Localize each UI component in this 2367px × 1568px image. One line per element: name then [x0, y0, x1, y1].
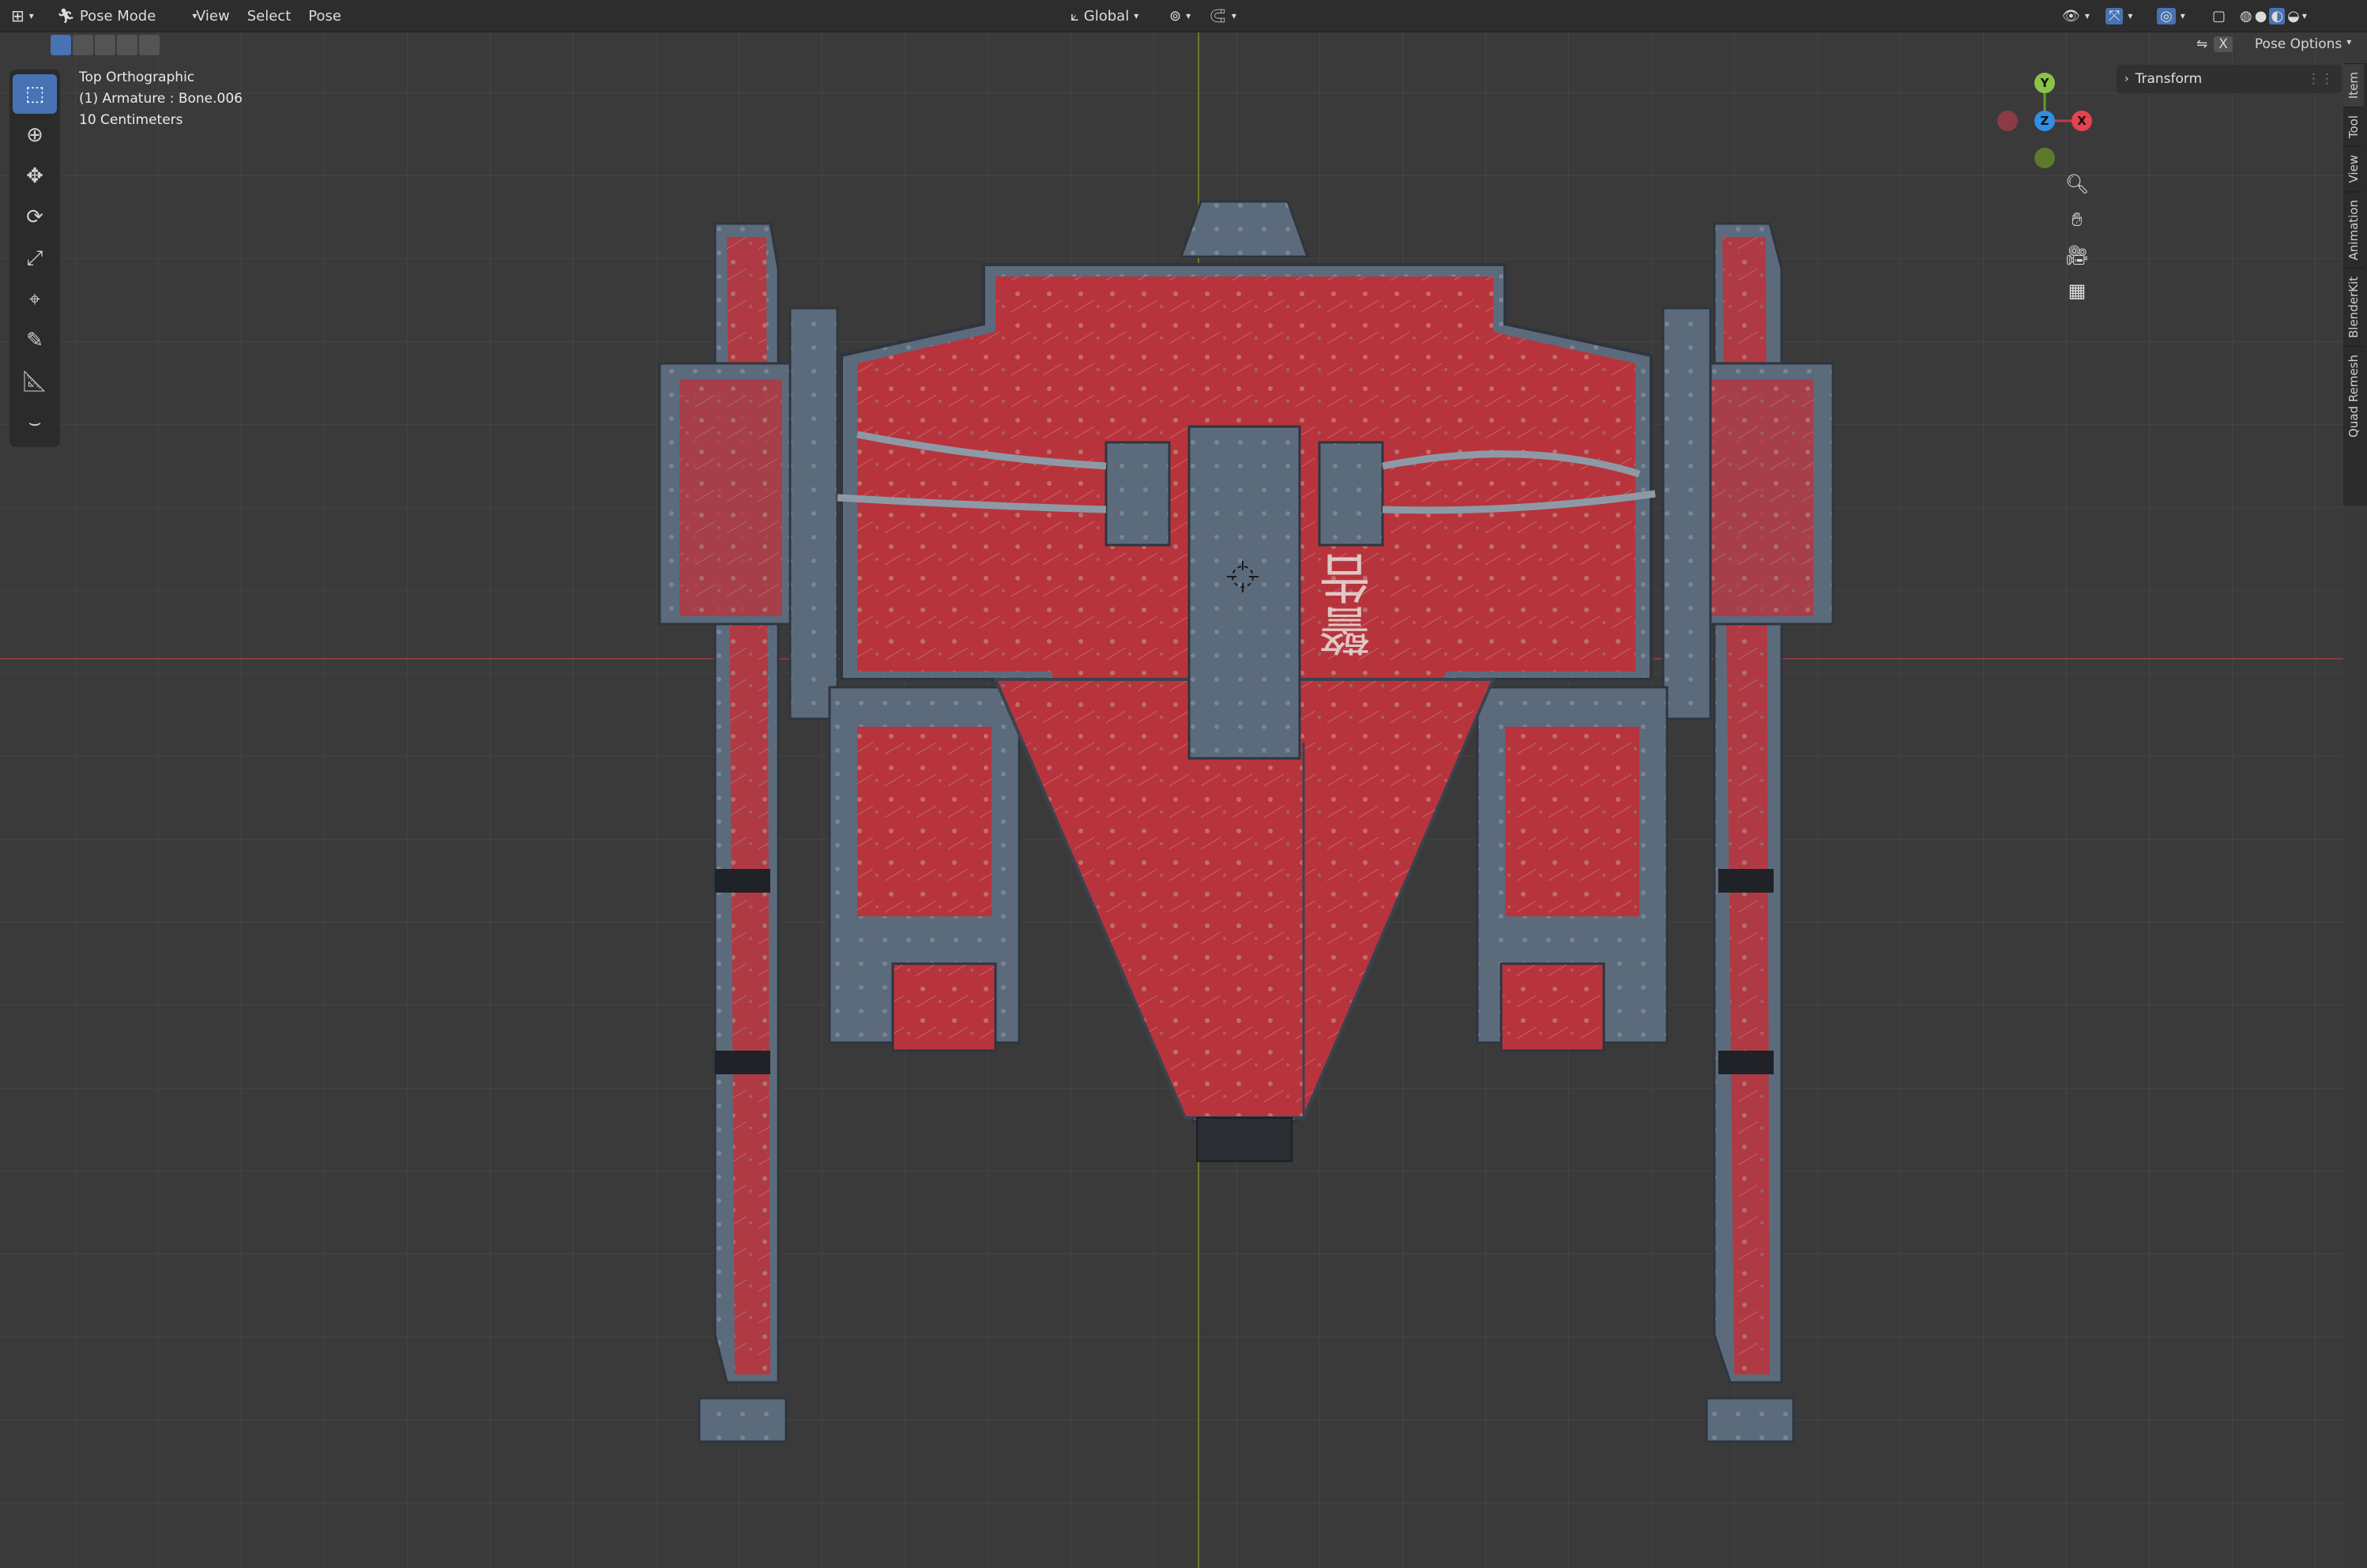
select-mode-buttons	[51, 35, 160, 58]
select-intersect-icon[interactable]	[139, 35, 160, 55]
pivot-dropdown[interactable]: ⊚ ▾	[1169, 5, 1191, 27]
tab-tool[interactable]: Tool	[2343, 107, 2364, 147]
mirror-icon[interactable]: ⇋	[2196, 36, 2207, 52]
view-name: Top Orthographic	[79, 70, 195, 85]
pose-options-dropdown[interactable]: Pose Options ▾	[2255, 36, 2351, 52]
pan-hand-icon[interactable]: ✋︎	[2061, 204, 2093, 235]
warning-decal: 警告	[1319, 553, 1379, 657]
gizmo-neg-y[interactable]	[2034, 148, 2055, 168]
gizmo-y[interactable]: Y	[2034, 73, 2055, 93]
robot-model[interactable]	[0, 32, 2343, 1568]
chevron-down-icon: ▾	[2301, 10, 2307, 21]
left-leg	[658, 222, 839, 1443]
shading-buttons: ◍ ● ◐ ◒ ▾	[2240, 5, 2307, 27]
move-icon[interactable]: ✥	[13, 156, 57, 196]
tab-blenderkit[interactable]: BlenderKit	[2343, 268, 2364, 347]
select-invert-icon[interactable]	[117, 35, 137, 55]
solid-shading-icon[interactable]: ●	[2255, 8, 2267, 24]
tab-animation[interactable]: Animation	[2343, 190, 2364, 269]
xray-icon: ▢	[2212, 7, 2226, 24]
orientation-dropdown[interactable]: ⟀ Global ▾	[1071, 5, 1138, 27]
tab-quad-remesh[interactable]: Quad Remesh	[2343, 346, 2364, 446]
scale-info: 10 Centimeters	[79, 112, 183, 128]
orientation-icon: ⟀	[1071, 7, 1079, 24]
select-new-icon[interactable]	[51, 35, 71, 55]
3d-cursor-icon	[1227, 561, 1259, 592]
visibility-dropdown[interactable]: 👁︎ ▾	[2062, 5, 2090, 27]
scale-icon[interactable]: ⤢	[13, 239, 57, 278]
menu-pose[interactable]: Pose	[302, 5, 348, 27]
cursor-icon[interactable]: ⊕	[13, 115, 57, 155]
editor-type-icon: ⊞	[11, 6, 24, 25]
menu-select[interactable]: Select	[241, 5, 298, 27]
3d-viewport[interactable]: 警告	[0, 32, 2343, 1568]
menu-view[interactable]: View	[190, 5, 236, 27]
mode-dropdown[interactable]: 🏃︎ Pose Mode ▾	[57, 5, 197, 27]
tab-item[interactable]: Item	[2343, 63, 2364, 107]
snap-dropdown[interactable]: 🧲︎ ▾	[1209, 5, 1236, 27]
chevron-down-icon: ▾	[1134, 10, 1139, 21]
mode-label: Pose Mode	[79, 7, 156, 24]
orientation-label: Global	[1083, 7, 1130, 24]
camera-icon[interactable]: 🎥︎	[2061, 239, 2093, 271]
x-mirror-toggle[interactable]: X	[2214, 36, 2233, 52]
chevron-right-icon: ›	[2124, 73, 2129, 85]
transform-icon[interactable]: ⌖	[13, 280, 57, 319]
overlay-icon: ◎	[2157, 7, 2176, 24]
measure-icon[interactable]: 📐︎	[13, 362, 57, 401]
zoom-icon[interactable]: 🔍︎	[2061, 168, 2093, 200]
relax-pose-icon[interactable]: ⌣	[13, 403, 57, 442]
navigation-gizmo[interactable]: Y X Z	[1991, 67, 2094, 170]
pose-options-label: Pose Options	[2254, 36, 2343, 52]
chevron-down-icon: ▾	[2346, 36, 2352, 47]
gizmo-x[interactable]: X	[2072, 111, 2092, 131]
select-subtract-icon[interactable]	[95, 35, 115, 55]
head-nose	[1179, 200, 1310, 258]
pivot-icon: ⊚	[1169, 7, 1182, 24]
gizmo-neg-x[interactable]	[1997, 111, 2018, 131]
sidebar-tabs: Item Tool View Animation BlenderKit Quad…	[2343, 63, 2367, 506]
rendered-shading-icon[interactable]: ◒	[2287, 8, 2300, 24]
pose-mode-icon: 🏃︎	[57, 7, 75, 24]
select-box-icon[interactable]: ⬚	[13, 74, 57, 114]
gizmo-toggle[interactable]: ⤧ ▾	[2105, 5, 2132, 27]
rotate-icon[interactable]: ⟳	[13, 197, 57, 237]
gizmo-icon: ⤧	[2105, 7, 2124, 24]
editor-type-button[interactable]: ⊞ ▾	[11, 5, 34, 27]
overlay-toggle[interactable]: ◎ ▾	[2157, 5, 2185, 27]
material-shading-icon[interactable]: ◐	[2269, 7, 2286, 24]
gizmo-z[interactable]: Z	[2034, 111, 2055, 131]
wireframe-shading-icon[interactable]: ◍	[2240, 8, 2252, 24]
eye-icon: 👁︎	[2062, 7, 2080, 24]
tab-view[interactable]: View	[2343, 146, 2364, 191]
ortho-grid-icon[interactable]: ▦	[2061, 275, 2093, 306]
transform-label: Transform	[2135, 71, 2203, 87]
transform-panel[interactable]: › Transform ⋮⋮	[2117, 65, 2342, 93]
viewport-header: ⊞ ▾ 🏃︎ Pose Mode ▾ View Select Pose ⟀ Glo…	[0, 0, 2367, 32]
tool-shelf: ⬚ ⊕ ✥ ⟳ ⤢ ⌖ ✎ 📐︎ ⌣	[9, 70, 60, 447]
xray-toggle[interactable]: ▢	[2212, 5, 2226, 27]
select-extend-icon[interactable]	[73, 35, 93, 55]
annotate-icon[interactable]: ✎	[13, 321, 57, 360]
object-info: (1) Armature : Bone.006	[79, 91, 243, 107]
right-leg	[1661, 222, 1835, 1443]
drag-handle-icon[interactable]: ⋮⋮	[2307, 71, 2334, 87]
snap-icon: 🧲︎	[1209, 7, 1227, 24]
3d-cursor[interactable]	[1227, 561, 1259, 592]
